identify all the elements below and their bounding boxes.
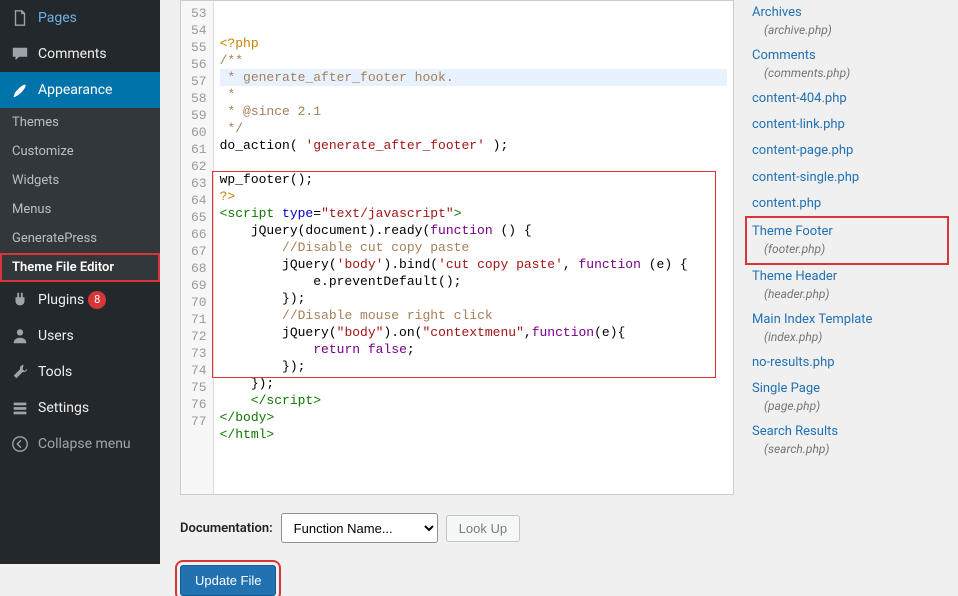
- code-editor[interactable]: 5354555657585960616263646566676869707172…: [180, 0, 734, 495]
- submenu-item-customize[interactable]: Customize: [0, 137, 160, 166]
- theme-file-list: Archives(archive.php)Comments(comments.p…: [746, 0, 958, 564]
- appearance-icon: [10, 80, 30, 100]
- sidebar-item-settings[interactable]: Settings: [0, 390, 160, 426]
- code-view[interactable]: <?php/** * generate_after_footer hook. *…: [214, 1, 733, 494]
- comments-icon: [10, 44, 30, 64]
- sidebar-item-pages[interactable]: Pages: [0, 0, 160, 36]
- submenu-item-themes[interactable]: Themes: [0, 108, 160, 137]
- plugins-badge: 8: [88, 291, 106, 309]
- sidebar-item-tools[interactable]: Tools: [0, 354, 160, 390]
- sidebar-label: Plugins: [38, 292, 84, 308]
- submenu-item-theme-file-editor[interactable]: Theme File Editor: [0, 253, 160, 282]
- appearance-submenu: Themes Customize Widgets Menus GenerateP…: [0, 108, 160, 282]
- submenu-item-widgets[interactable]: Widgets: [0, 166, 160, 195]
- submenu-item-generatepress[interactable]: GeneratePress: [0, 224, 160, 253]
- admin-sidebar: Pages Comments Appearance Themes Customi…: [0, 0, 160, 564]
- sidebar-item-comments[interactable]: Comments: [0, 36, 160, 72]
- update-file-button[interactable]: Update File: [180, 565, 276, 596]
- file-item[interactable]: Comments(comments.php): [746, 43, 948, 86]
- line-number-gutter: 5354555657585960616263646566676869707172…: [181, 1, 214, 494]
- file-item[interactable]: content-page.php: [746, 138, 948, 164]
- file-item[interactable]: Archives(archive.php): [746, 0, 948, 43]
- file-item[interactable]: Theme Footer(footer.php): [746, 217, 948, 264]
- plugins-icon: [10, 290, 30, 310]
- documentation-label: Documentation:: [180, 521, 273, 536]
- lookup-button[interactable]: Look Up: [446, 515, 520, 542]
- documentation-row: Documentation: Function Name... Look Up: [180, 513, 734, 543]
- sidebar-label: Comments: [38, 46, 107, 62]
- main-content: 5354555657585960616263646566676869707172…: [160, 0, 958, 564]
- file-item[interactable]: Main Index Template(index.php): [746, 307, 948, 350]
- users-icon: [10, 326, 30, 346]
- sidebar-item-collapse[interactable]: Collapse menu: [0, 426, 160, 462]
- sidebar-label: Users: [38, 328, 74, 344]
- editor-column: 5354555657585960616263646566676869707172…: [180, 0, 746, 564]
- file-item[interactable]: content.php: [746, 191, 948, 217]
- sidebar-label: Appearance: [38, 82, 112, 98]
- file-item[interactable]: no-results.php: [746, 350, 948, 376]
- sidebar-item-appearance[interactable]: Appearance: [0, 72, 160, 108]
- function-name-select[interactable]: Function Name...: [281, 513, 438, 543]
- sidebar-label: Pages: [38, 10, 77, 26]
- file-item[interactable]: Search Results(search.php): [746, 419, 948, 462]
- sidebar-label: Settings: [38, 400, 89, 416]
- collapse-icon: [10, 434, 30, 454]
- file-item[interactable]: Single Page(page.php): [746, 376, 948, 419]
- sidebar-label: Tools: [38, 364, 72, 380]
- sidebar-item-users[interactable]: Users: [0, 318, 160, 354]
- pages-icon: [10, 8, 30, 28]
- settings-icon: [10, 398, 30, 418]
- file-item[interactable]: content-404.php: [746, 86, 948, 112]
- submenu-item-menus[interactable]: Menus: [0, 195, 160, 224]
- sidebar-item-plugins[interactable]: Plugins 8: [0, 282, 160, 318]
- file-item[interactable]: content-single.php: [746, 165, 948, 191]
- file-item[interactable]: content-link.php: [746, 112, 948, 138]
- tools-icon: [10, 362, 30, 382]
- sidebar-label: Collapse menu: [38, 436, 131, 452]
- file-item[interactable]: Theme Header(header.php): [746, 264, 948, 307]
